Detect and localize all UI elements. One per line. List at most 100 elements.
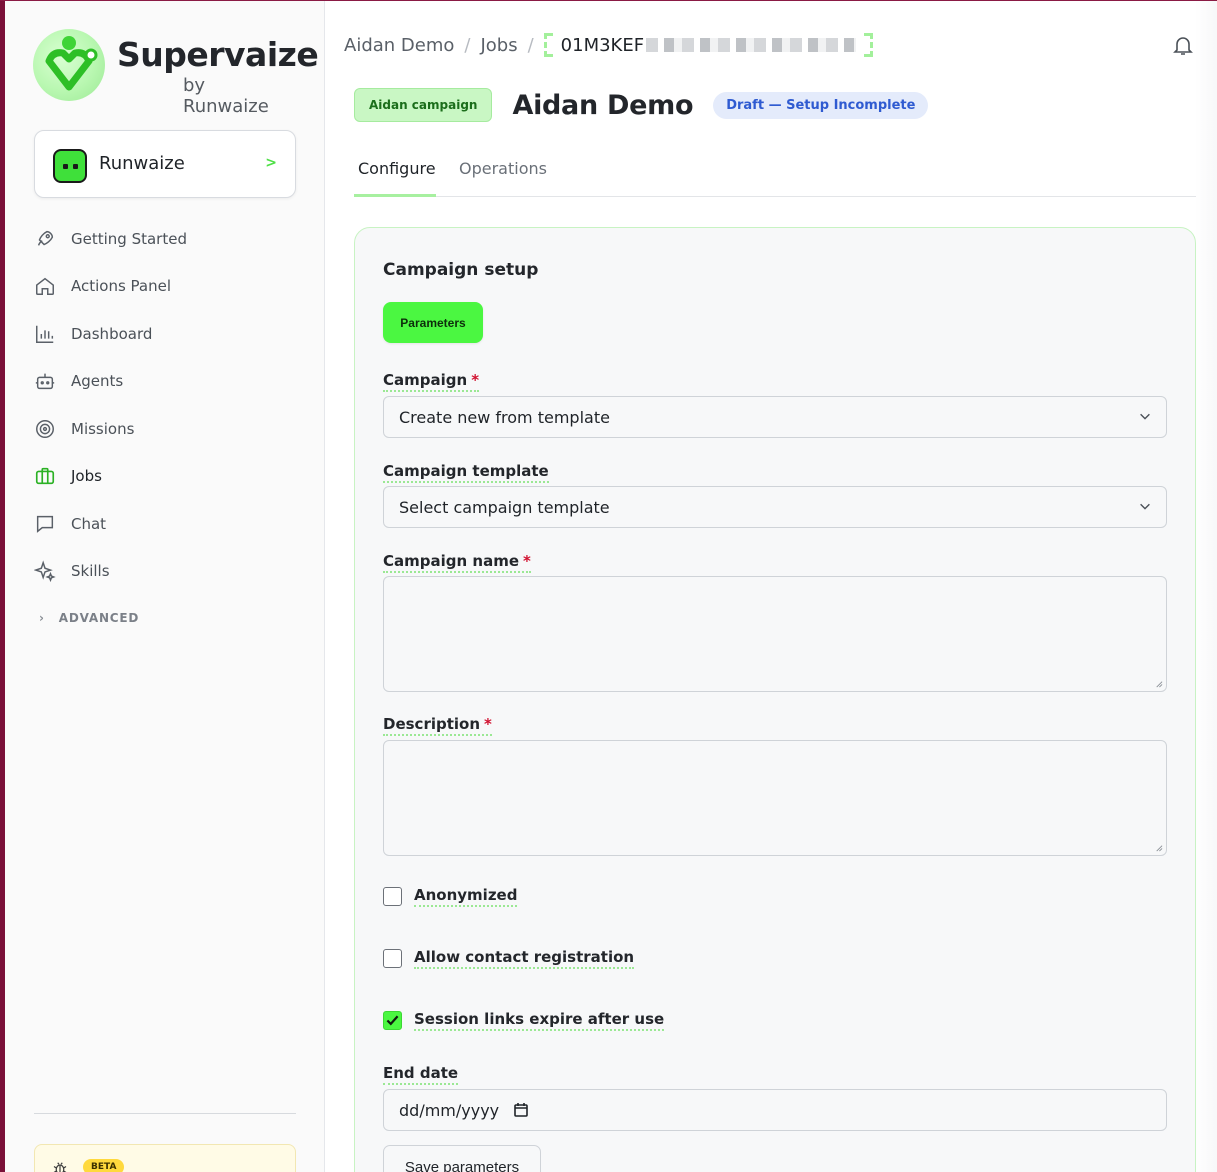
session-links-expire-checkbox[interactable] bbox=[383, 1011, 402, 1030]
bar-chart-icon bbox=[36, 325, 54, 343]
org-switcher[interactable]: Runwaize > bbox=[34, 130, 296, 198]
sidebar-item-agents[interactable]: Agents bbox=[34, 358, 304, 406]
job-id-text: 01M3KEF bbox=[560, 34, 645, 56]
end-date-label: End date bbox=[383, 1064, 459, 1085]
brand-title: Supervaize bbox=[117, 35, 319, 74]
campaign-label: Campaign * bbox=[383, 371, 480, 392]
sidebar-item-label: Getting Started bbox=[71, 229, 187, 248]
chat-icon bbox=[36, 515, 54, 533]
session-links-expire-option[interactable]: Session links expire after use bbox=[383, 1010, 665, 1031]
breadcrumb-section[interactable]: Jobs bbox=[480, 35, 517, 56]
checkmark-icon bbox=[386, 1015, 399, 1026]
beta-badge: BETA bbox=[83, 1159, 125, 1172]
allow-contact-registration-option[interactable]: Allow contact registration bbox=[383, 948, 635, 969]
tab-operations[interactable]: Operations bbox=[459, 159, 547, 178]
breadcrumb: Aidan Demo / Jobs / 01M3KEF bbox=[344, 33, 874, 57]
campaign-template-select-value: Select campaign template bbox=[399, 497, 610, 517]
org-robot-icon bbox=[53, 149, 87, 183]
end-date-placeholder: dd/mm/yyyy bbox=[399, 1100, 500, 1120]
sidebar-item-jobs[interactable]: Jobs bbox=[34, 453, 304, 501]
required-marker: * bbox=[484, 715, 492, 733]
sidebar-advanced-toggle[interactable]: › ADVANCED bbox=[39, 611, 139, 625]
sidebar-item-label: Actions Panel bbox=[71, 277, 172, 296]
chevron-down-icon bbox=[1140, 503, 1150, 510]
allow-contact-registration-checkbox[interactable] bbox=[383, 949, 402, 968]
focus-bracket-left bbox=[543, 33, 553, 57]
sidebar-item-getting-started[interactable]: Getting Started bbox=[34, 215, 304, 263]
save-parameters-button[interactable]: Save parameters bbox=[383, 1145, 541, 1172]
sparkles-icon bbox=[34, 560, 56, 583]
sidebar-item-label: Chat bbox=[71, 514, 107, 533]
beta-feedback-card[interactable]: BETA bbox=[34, 1144, 296, 1172]
campaign-setup-panel: Campaign setup Parameters Campaign * Crea… bbox=[354, 227, 1196, 1172]
sidebar-item-dashboard[interactable]: Dashboard bbox=[34, 310, 304, 358]
campaign-template-label-text: Campaign template bbox=[383, 462, 549, 480]
description-label: Description * bbox=[383, 715, 492, 736]
end-date-label-text: End date bbox=[383, 1064, 459, 1082]
campaign-template-label: Campaign template bbox=[383, 462, 549, 483]
sidebar-item-label: Dashboard bbox=[71, 324, 153, 343]
campaign-label-text: Campaign bbox=[383, 371, 468, 389]
brand-logo-mark bbox=[33, 29, 105, 101]
breadcrumb-root[interactable]: Aidan Demo bbox=[344, 35, 454, 56]
scroll-edge-shade bbox=[1195, 1, 1217, 1172]
required-marker: * bbox=[471, 371, 480, 389]
brand-subtitle: by Runwaize bbox=[183, 75, 269, 117]
bell-icon[interactable] bbox=[1171, 33, 1195, 57]
allow-contact-registration-label: Allow contact registration bbox=[414, 948, 635, 969]
required-marker: * bbox=[523, 552, 531, 570]
chevron-down-icon bbox=[1140, 413, 1150, 420]
sidebar-item-chat[interactable]: Chat bbox=[34, 500, 304, 548]
tab-configure[interactable]: Configure bbox=[358, 159, 436, 178]
sidebar-item-label: Jobs bbox=[71, 467, 102, 486]
home-icon bbox=[36, 277, 54, 296]
tab-bar: Configure Operations bbox=[354, 143, 1196, 197]
campaign-template-select[interactable]: Select campaign template bbox=[383, 486, 1167, 528]
page-title: Aidan Demo bbox=[512, 89, 694, 121]
campaign-name-label-text: Campaign name bbox=[383, 552, 520, 570]
main-content: Aidan Demo / Jobs / 01M3KEF Aidan campai… bbox=[325, 1, 1217, 1172]
active-tab-indicator bbox=[354, 194, 436, 197]
sidebar-divider bbox=[34, 1113, 296, 1114]
heart-bot-icon bbox=[45, 36, 98, 91]
sidebar-nav: Getting Started Actions Panel Dashboard … bbox=[34, 215, 304, 595]
breadcrumb-separator: / bbox=[527, 34, 534, 56]
redacted-id-blur bbox=[646, 38, 857, 52]
description-label-text: Description bbox=[383, 715, 481, 733]
parameters-button[interactable]: Parameters bbox=[383, 302, 483, 343]
sidebar: Supervaize by Runwaize Runwaize > Gettin… bbox=[5, 1, 325, 1172]
rocket-icon bbox=[37, 230, 54, 246]
sidebar-item-label: Agents bbox=[71, 372, 124, 391]
calendar-icon[interactable] bbox=[513, 1102, 529, 1118]
brand-logo[interactable]: Supervaize by Runwaize bbox=[33, 27, 319, 117]
end-date-input[interactable]: dd/mm/yyyy bbox=[383, 1089, 1167, 1131]
sidebar-item-skills[interactable]: Skills bbox=[34, 548, 304, 596]
campaign-select-value: Create new from template bbox=[399, 407, 610, 427]
panel-title: Campaign setup bbox=[383, 260, 539, 280]
status-badge: Draft — Setup Incomplete bbox=[713, 91, 929, 119]
sidebar-item-missions[interactable]: Missions bbox=[34, 405, 304, 453]
chevron-right-icon: > bbox=[265, 155, 277, 171]
sidebar-item-label: Skills bbox=[71, 562, 110, 581]
page-header: Aidan campaign Aidan Demo Draft — Setup … bbox=[354, 88, 929, 122]
briefcase-icon bbox=[35, 468, 55, 485]
chevron-right-icon: › bbox=[39, 611, 45, 625]
session-links-expire-label: Session links expire after use bbox=[414, 1010, 665, 1031]
campaign-name-textarea[interactable] bbox=[383, 576, 1167, 692]
breadcrumb-job-id[interactable]: 01M3KEF bbox=[543, 33, 874, 57]
campaign-select[interactable]: Create new from template bbox=[383, 396, 1167, 438]
resize-handle-icon[interactable] bbox=[1154, 679, 1163, 688]
target-icon bbox=[36, 419, 54, 438]
org-name: Runwaize bbox=[99, 153, 185, 174]
bug-icon bbox=[53, 1162, 67, 1172]
robot-icon bbox=[35, 373, 55, 390]
anonymized-option[interactable]: Anonymized bbox=[383, 886, 518, 907]
resize-handle-icon[interactable] bbox=[1154, 843, 1163, 852]
campaign-name-label: Campaign name * bbox=[383, 552, 531, 573]
breadcrumb-separator: / bbox=[464, 34, 471, 56]
campaign-tag[interactable]: Aidan campaign bbox=[354, 88, 493, 122]
sidebar-item-actions-panel[interactable]: Actions Panel bbox=[34, 263, 304, 311]
anonymized-checkbox[interactable] bbox=[383, 887, 402, 906]
description-textarea[interactable] bbox=[383, 740, 1167, 856]
sidebar-item-label: Missions bbox=[71, 419, 135, 438]
